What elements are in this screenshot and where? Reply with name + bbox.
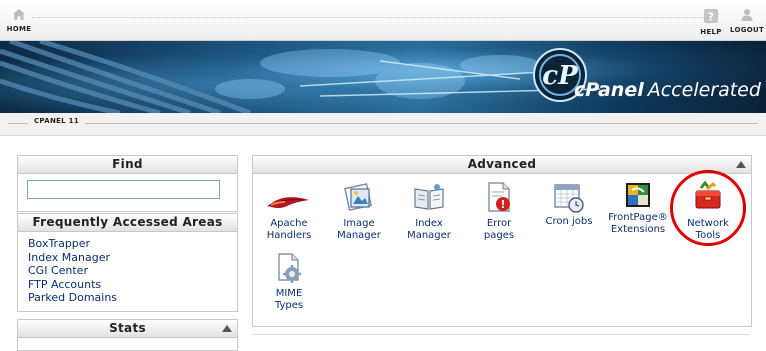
apache-handlers-link[interactable]: Apache Handlers — [256, 184, 322, 242]
advanced-panel: Advanced Apache Handlers Image Manager I… — [252, 155, 752, 327]
index-manager-line2: Manager — [407, 230, 451, 241]
help-label: HELP — [700, 28, 722, 36]
frequently-accessed-list: BoxTrapper Index Manager CGI Center FTP … — [18, 232, 237, 305]
error-pages-line2: pages — [483, 230, 515, 241]
faa-link-cgi-center[interactable]: CGI Center — [28, 264, 237, 278]
book-icon — [396, 180, 462, 214]
faa-link-boxtrapper[interactable]: BoxTrapper — [28, 237, 237, 251]
highlight-circle-annotation — [670, 170, 746, 246]
index-manager-link[interactable]: Index Manager — [396, 180, 462, 242]
svg-text:?: ? — [708, 11, 715, 24]
home-icon — [6, 8, 32, 23]
cpanel-banner: cP cPanel Accelerated — [0, 41, 766, 113]
image-manager-line1: Image — [343, 218, 375, 229]
faa-link-index-manager[interactable]: Index Manager — [28, 251, 237, 265]
faa-link-parked-domains[interactable]: Parked Domains — [28, 291, 237, 305]
index-manager-line1: Index — [415, 218, 443, 229]
frontpage-extensions-link[interactable]: FrontPage® Extensions — [605, 180, 671, 236]
find-title: Find — [18, 156, 237, 174]
mime-types-line1: MIME — [275, 288, 303, 299]
image-manager-icon — [326, 180, 392, 214]
logout-button[interactable]: LOGOUT — [730, 8, 764, 34]
frontpage-icon — [605, 180, 671, 210]
error-page-icon: ! — [466, 180, 532, 214]
user-icon — [730, 8, 764, 24]
home-button[interactable]: HOME — [6, 8, 32, 33]
stats-header[interactable]: Stats — [18, 320, 237, 338]
svg-text:!: ! — [500, 198, 505, 211]
faa-link-ftp-accounts[interactable]: FTP Accounts — [28, 278, 237, 292]
frequently-accessed-panel: Frequently Accessed Areas BoxTrapper Ind… — [17, 213, 238, 312]
find-input[interactable] — [27, 180, 220, 199]
cron-jobs-line1: Cron jobs — [545, 216, 593, 227]
frontpage-line1: FrontPage® — [608, 212, 668, 223]
advanced-header[interactable]: Advanced — [253, 156, 751, 174]
logo-suffix: Accelerated — [647, 79, 761, 101]
version-bar: CPANEL 11 — [0, 113, 766, 136]
stats-title: Stats — [109, 321, 146, 335]
frequently-accessed-title: Frequently Accessed Areas — [18, 214, 237, 232]
advanced-title: Advanced — [467, 157, 537, 171]
mime-types-link[interactable]: MIME Types — [256, 252, 322, 312]
image-manager-line2: Manager — [337, 230, 381, 241]
nav-divider — [32, 17, 706, 18]
frontpage-line2: Extensions — [610, 224, 666, 235]
home-label: HOME — [6, 25, 32, 33]
version-label: CPANEL 11 — [28, 117, 86, 125]
collapse-arrow-icon[interactable] — [736, 161, 746, 168]
cpanel-logo: cPanel Accelerated — [574, 79, 761, 101]
find-panel: Find — [17, 155, 238, 212]
error-pages-line1: Error — [486, 218, 512, 229]
apache-line2: Handlers — [266, 230, 312, 241]
help-button[interactable]: ? HELP — [696, 8, 726, 36]
next-panel-edge — [252, 334, 750, 335]
apache-line1: Apache — [270, 218, 308, 229]
error-pages-link[interactable]: ! Error pages — [466, 180, 532, 242]
banner-graphic: cP — [0, 41, 601, 113]
image-manager-link[interactable]: Image Manager — [326, 180, 392, 242]
feather-icon — [256, 184, 322, 214]
collapse-arrow-icon[interactable] — [222, 325, 232, 332]
mime-gear-icon — [256, 252, 322, 284]
help-icon: ? — [696, 8, 726, 26]
logo-brand: cPanel — [574, 79, 644, 101]
mime-types-line2: Types — [274, 300, 304, 311]
calendar-clock-icon — [536, 180, 602, 214]
logout-label: LOGOUT — [730, 26, 765, 34]
version-divider — [8, 123, 758, 124]
cron-jobs-link[interactable]: Cron jobs — [536, 180, 602, 228]
stats-panel: Stats — [17, 319, 238, 351]
top-nav-bar: HOME ? HELP LOGOUT — [0, 0, 766, 41]
